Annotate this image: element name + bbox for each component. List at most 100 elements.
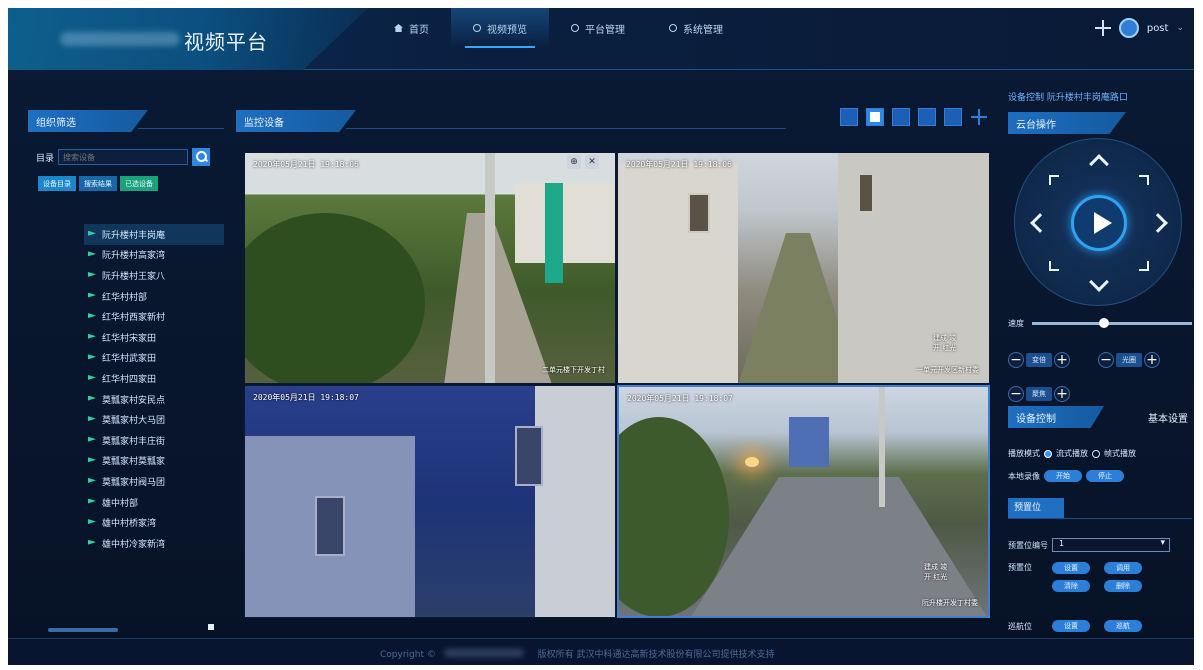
camera-label: 阮升楼开发丁村委 xyxy=(922,599,978,607)
arrow-left-icon[interactable] xyxy=(1030,213,1050,233)
tree-item[interactable]: 阮升楼村王家八 xyxy=(88,265,224,286)
layout-4-icon[interactable] xyxy=(866,108,884,126)
header: 视频平台 首页 视频预览 平台管理 系统管理 post ⌄ xyxy=(8,8,1194,70)
arrow-down-right-icon[interactable] xyxy=(1139,261,1149,271)
tree-item[interactable]: 阮升楼村高家湾 xyxy=(88,245,224,266)
nav-home[interactable]: 首页 xyxy=(372,8,451,48)
search-result-button[interactable]: 搜索结果 xyxy=(79,176,117,191)
flag-icon xyxy=(88,354,96,362)
speed-slider[interactable] xyxy=(1032,318,1192,328)
username[interactable]: post xyxy=(1147,23,1169,34)
tree-item-label: 莫瓢家村莫瓢家 xyxy=(102,457,166,468)
tree-item[interactable]: 雄中村部 xyxy=(88,492,224,513)
search-button[interactable] xyxy=(192,148,211,166)
device-dir-button[interactable]: 设备目录 xyxy=(38,176,76,191)
cruise-start-button[interactable]: 巡航 xyxy=(1104,620,1142,632)
arrow-down-left-icon[interactable] xyxy=(1049,261,1059,271)
radio-frame[interactable] xyxy=(1092,449,1100,458)
layout-9-icon[interactable] xyxy=(918,108,936,126)
tree-item[interactable]: 莫瓢家村大马团 xyxy=(88,409,224,430)
search-input[interactable] xyxy=(58,149,189,165)
nav-video-preview[interactable]: 视频预览 xyxy=(451,8,549,48)
video-timestamp: 2020年05月21日 19:18:07 xyxy=(253,393,359,402)
layout-6-icon[interactable] xyxy=(892,108,910,126)
tree-item[interactable]: 莫瓢家村莫瓢家 xyxy=(88,451,224,472)
flag-icon xyxy=(88,457,96,465)
tree-item[interactable]: 莫瓢家村安民点 xyxy=(88,389,224,410)
chevron-down-icon[interactable]: ⌄ xyxy=(1176,23,1184,33)
tree-item-label: 雄中村冷家新湾 xyxy=(102,539,166,550)
preset-number-select[interactable]: 1 xyxy=(1052,538,1170,552)
footer: Copyright © 版权所有 武汉中科通达高新技术股份有限公司提供技术支持 xyxy=(8,638,1194,665)
horizontal-scrollbar[interactable] xyxy=(48,628,118,632)
tree-item-label: 莫瓢家村阀马团 xyxy=(102,477,166,488)
arrow-up-icon[interactable] xyxy=(1089,154,1109,174)
plus-button[interactable]: + xyxy=(1144,352,1160,368)
move-icon[interactable] xyxy=(1094,20,1111,36)
tree-item[interactable]: 红华村西家新村 xyxy=(88,306,224,327)
preset-clear-button[interactable]: 清除 xyxy=(1052,580,1090,592)
speed-slider-handle[interactable] xyxy=(1099,318,1109,328)
search-row: 目录 xyxy=(36,148,211,166)
speed-label: 速度 xyxy=(1008,319,1024,328)
pole-shape xyxy=(879,387,885,507)
tree-item[interactable]: 红华村四家田 xyxy=(88,368,224,389)
minus-button[interactable]: − xyxy=(1008,386,1024,402)
light-shape xyxy=(745,457,759,467)
video-cell-3[interactable]: 2020年05月21日 19:18:07 xyxy=(244,385,616,618)
tree-item-label: 阮升楼村高家湾 xyxy=(102,251,166,262)
zoom-icon[interactable]: ⊕ xyxy=(567,155,581,169)
nav-system-management[interactable]: 系统管理 xyxy=(647,8,745,48)
flag-icon xyxy=(88,539,96,547)
flag-icon xyxy=(88,313,96,321)
tree-item[interactable]: 红华村村部 xyxy=(88,286,224,307)
minus-button[interactable]: − xyxy=(1008,352,1024,368)
circle-icon xyxy=(473,24,481,32)
device-path-link[interactable]: 设备控制 阮升楼村丰岗庵路口 xyxy=(1008,90,1128,103)
video-overlay-text: 建成 竣开 红光 xyxy=(933,334,957,352)
arrow-up-right-icon[interactable] xyxy=(1139,175,1149,185)
record-stop-button[interactable]: 停止 xyxy=(1086,470,1124,482)
video-cell-2[interactable]: 2020年05月21日 19:18:06 建成 竣开 红光 一单元开发区新村委 xyxy=(617,152,990,384)
flag-icon xyxy=(88,374,96,382)
arrow-down-icon[interactable] xyxy=(1089,272,1109,292)
play-button[interactable] xyxy=(1071,195,1127,251)
cruise-set-button[interactable]: 设置 xyxy=(1052,620,1090,632)
layout-1-icon[interactable] xyxy=(840,108,858,126)
nav-platform-management[interactable]: 平台管理 xyxy=(549,8,647,48)
minus-button[interactable]: − xyxy=(1098,352,1114,368)
video-cell-4[interactable]: 2020年05月21日 19:18:07 建成 竣开 红光 阮升楼开发丁村委 xyxy=(617,385,990,618)
tree-item[interactable]: 莫瓢家村丰庄街 xyxy=(88,430,224,451)
video-cell-1[interactable]: 2020年05月21日 19:18:06 ⊕ ✕ 二单元楼下开发丁村 xyxy=(244,152,616,384)
radio-stream[interactable] xyxy=(1044,449,1052,458)
record-start-button[interactable]: 开始 xyxy=(1044,470,1082,482)
center-panel: 监控设备 2020年05月21日 19:18:06 ⊕ ✕ 二单元楼下开发丁村 … xyxy=(236,104,998,649)
record-label: 本地录像 xyxy=(1008,471,1040,481)
selected-device-button[interactable]: 已选设备 xyxy=(120,176,158,191)
layout-16-icon[interactable] xyxy=(944,108,962,126)
fullscreen-icon[interactable] xyxy=(970,108,988,126)
close-icon[interactable]: ✕ xyxy=(585,155,599,169)
tree-item-label: 红华村西家新村 xyxy=(102,313,166,324)
preset-set-button[interactable]: 设置 xyxy=(1052,562,1090,574)
tree-item[interactable]: 红华村武家田 xyxy=(88,348,224,369)
arrow-right-icon[interactable] xyxy=(1148,213,1168,233)
tab-preset[interactable]: 预置位 xyxy=(1008,498,1064,518)
preset-call-button[interactable]: 调用 xyxy=(1104,562,1142,574)
tree-item[interactable]: 阮升楼村丰岗庵 xyxy=(84,224,224,245)
tree-item[interactable]: 雄中村冷家新湾 xyxy=(88,533,224,554)
tab-device-control[interactable]: 设备控制 xyxy=(1008,406,1104,428)
tab-basic-settings[interactable]: 基本设置 xyxy=(1148,410,1188,425)
window-shape xyxy=(315,496,345,556)
tree-item[interactable]: 红华村宋家田 xyxy=(88,327,224,348)
pole-shape xyxy=(485,153,495,383)
avatar[interactable] xyxy=(1118,18,1139,38)
footer-copyright: Copyright © 版权所有 武汉中科通达高新技术股份有限公司提供技术支持 xyxy=(380,647,774,660)
tree-item[interactable]: 莫瓢家村阀马团 xyxy=(88,471,224,492)
plus-button[interactable]: + xyxy=(1054,352,1070,368)
preset-delete-button[interactable]: 删除 xyxy=(1104,580,1142,592)
arrow-up-left-icon[interactable] xyxy=(1049,175,1059,185)
tree-item-label: 红华村宋家田 xyxy=(102,333,157,344)
tree-item[interactable]: 雄中村桥家湾 xyxy=(88,512,224,533)
plus-button[interactable]: + xyxy=(1054,386,1070,402)
